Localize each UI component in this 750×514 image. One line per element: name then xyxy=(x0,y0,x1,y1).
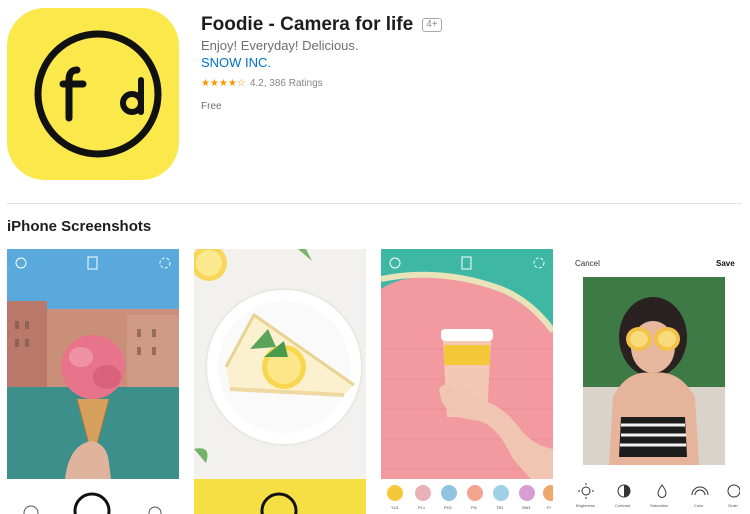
screenshot-1-image xyxy=(7,249,179,514)
screenshot-2-image xyxy=(194,249,366,514)
filter-label: FI xyxy=(547,505,551,510)
divider xyxy=(7,203,742,204)
app-icon xyxy=(7,8,179,180)
app-subtitle: Enjoy! Everyday! Delicious. xyxy=(201,38,359,53)
developer-link[interactable]: SNOW INC. xyxy=(201,55,271,70)
age-rating-badge: 4+ xyxy=(422,18,442,32)
filter-label: TR1 xyxy=(496,505,504,510)
screenshot-2[interactable] xyxy=(194,249,366,514)
screenshot-3-image xyxy=(381,249,553,514)
edit-tools-icons xyxy=(578,483,740,499)
brightness-tool[interactable]: Brightness xyxy=(576,503,595,508)
filter-label: PL1 xyxy=(418,505,426,510)
price-label: Free xyxy=(201,101,222,112)
foodie-logo-icon xyxy=(34,30,162,158)
screenshot-3[interactable]: YU1 PL1 PO1 PI1 TR1 SW1 FI xyxy=(381,249,553,514)
section-title: iPhone Screenshots xyxy=(7,218,152,235)
filter-label: YU1 xyxy=(391,505,399,510)
app-title-row: Foodie - Camera for life 4+ xyxy=(201,14,442,36)
rating-text: 4.2, 386 Ratings xyxy=(249,78,323,89)
color-tool[interactable]: Color xyxy=(694,503,704,508)
grain-tool[interactable]: Grain xyxy=(728,503,738,508)
cancel-button[interactable]: Cancel xyxy=(575,259,600,268)
screenshot-4[interactable]: Cancel Save Brightness Contrast Saturati… xyxy=(568,249,740,514)
edit-photo-image xyxy=(583,277,725,465)
filter-label: SW1 xyxy=(522,505,531,510)
app-title: Foodie - Camera for life xyxy=(201,14,414,35)
rating-stars-icon: ★★★★☆ xyxy=(201,78,246,89)
filter-label: PI1 xyxy=(471,505,478,510)
contrast-tool[interactable]: Contrast xyxy=(615,503,630,508)
filter-label: PO1 xyxy=(444,505,453,510)
saturation-tool[interactable]: Saturation xyxy=(650,503,668,508)
rating-row: ★★★★☆ 4.2, 386 Ratings xyxy=(201,78,323,89)
save-button[interactable]: Save xyxy=(716,259,735,268)
screenshot-1[interactable] xyxy=(7,249,179,514)
